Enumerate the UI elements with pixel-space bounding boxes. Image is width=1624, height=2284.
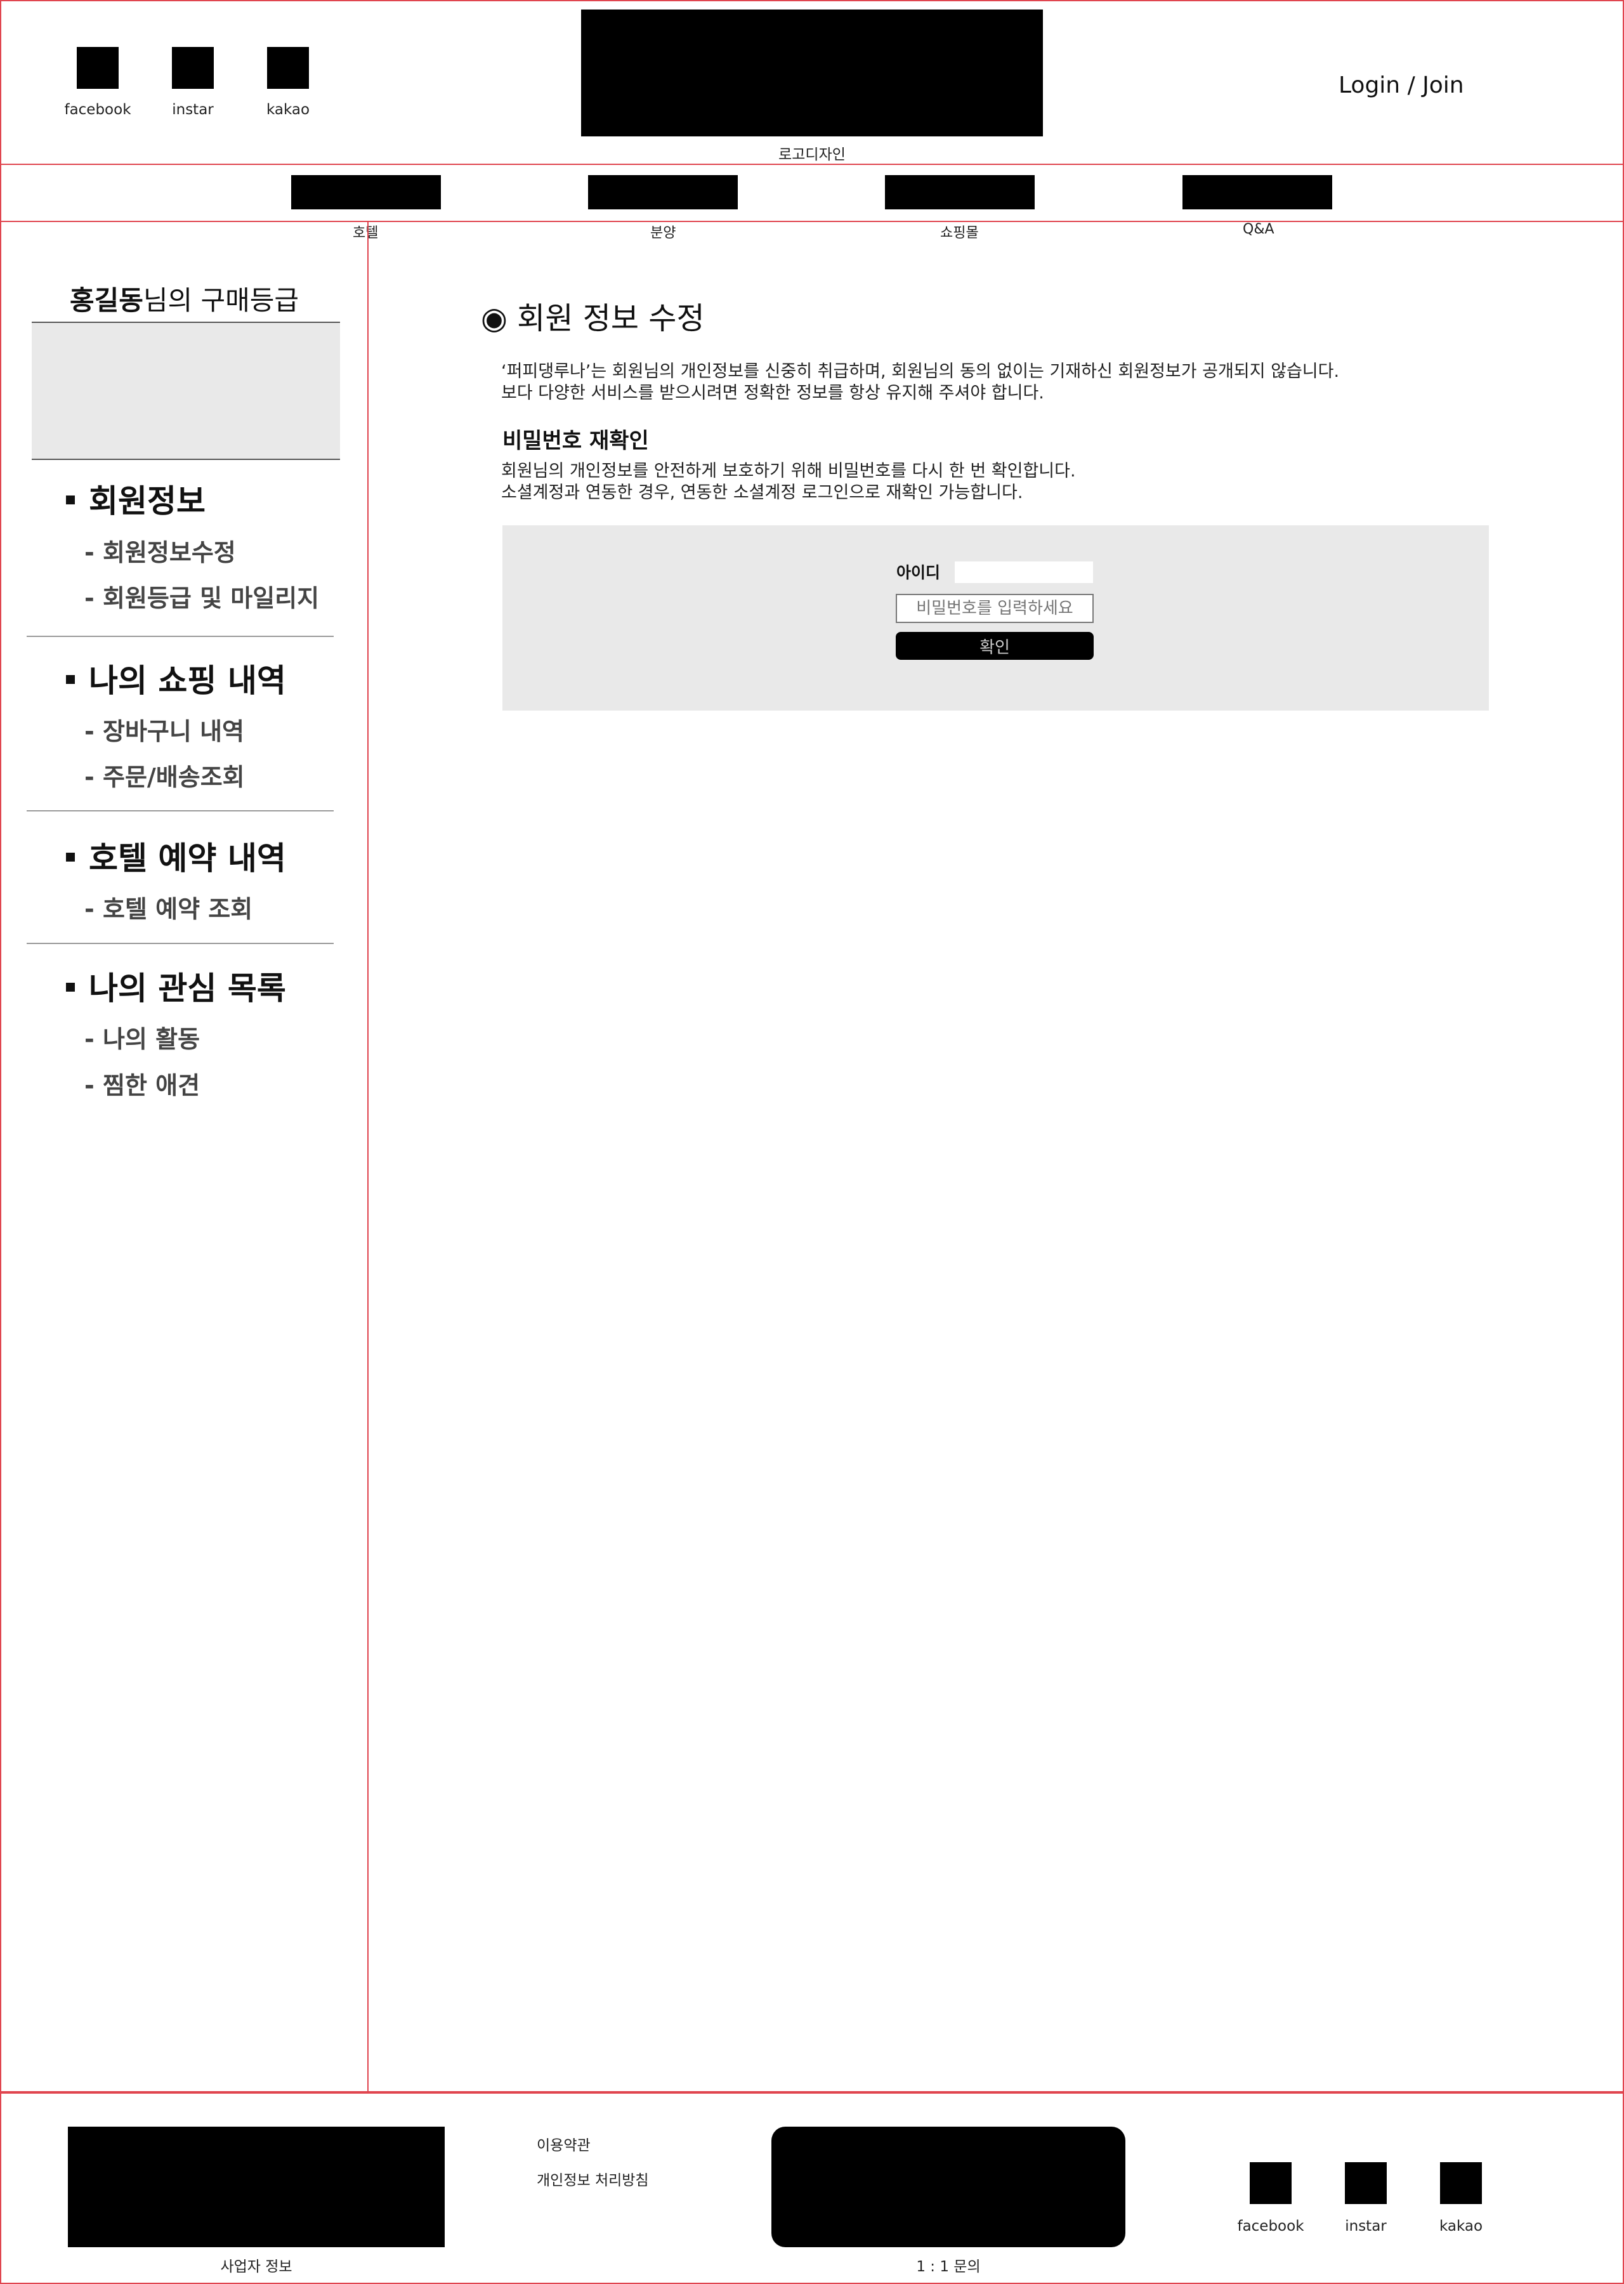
sidebar-section-member-info[interactable]: 회원정보 [66,476,206,522]
logo-caption: 로고디자인 [778,147,846,163]
user-name: 홍길동 [69,285,143,316]
section-title: 호텔 예약 내역 [89,840,286,877]
logo[interactable] [581,10,1043,136]
login-join-link[interactable]: Login / Join [1339,72,1464,98]
nav-item-hotel[interactable] [291,175,441,209]
grade-box [32,322,340,460]
intro-line-2: 보다 다양한 서비스를 받으시려면 정확한 정보를 항상 유지해 주셔야 합니다… [501,383,1044,403]
sidebar-item-my-activity[interactable]: - 나의 활동 [84,1020,200,1054]
grade-title: 홍길동님의 구매등급 [0,279,369,318]
terms-link[interactable]: 이용약관 [537,2133,591,2155]
inquiry-box[interactable] [771,2127,1125,2247]
kakao-icon[interactable] [1440,2162,1482,2204]
page-title: ◉ 회원 정보 수정 [481,293,705,338]
square-bullet-icon [66,495,75,504]
sidebar-item-favorite-dogs[interactable]: - 찜한 애견 [84,1066,200,1101]
id-label: 아이디 [896,563,941,582]
section-title: 나의 관심 목록 [89,970,286,1007]
main-nav [0,164,1624,222]
radio-bullet-icon: ◉ [481,301,508,336]
confirm-button[interactable]: 확인 [896,632,1094,660]
password-recheck-heading: 비밀번호 재확인 [502,428,649,454]
section-title: 회원정보 [89,483,206,520]
inquiry-label[interactable]: 1 : 1 문의 [853,2254,1044,2276]
facebook-icon[interactable] [1250,2162,1292,2204]
facebook-icon[interactable] [77,47,119,89]
square-bullet-icon [66,982,75,992]
page-title-text: 회원 정보 수정 [517,301,705,336]
sidebar-divider [27,636,334,637]
sidebar-section-interest[interactable]: 나의 관심 목록 [66,963,286,1009]
footer-kakao-label[interactable]: kakao [1417,2218,1505,2235]
section-title: 나의 쇼핑 내역 [89,662,286,699]
id-field[interactable] [955,561,1093,583]
sidebar-item-order-delivery[interactable]: - 주문/배송조회 [84,758,245,792]
password-input[interactable] [896,594,1094,623]
nav-item-qna[interactable] [1182,175,1332,209]
sidebar-section-shopping[interactable]: 나의 쇼핑 내역 [66,655,286,701]
nav-item-sale[interactable] [588,175,738,209]
header-instar-label[interactable]: instar [148,102,237,118]
footer-facebook-label[interactable]: facebook [1226,2218,1315,2235]
header-kakao-label[interactable]: kakao [244,102,332,118]
kakao-icon[interactable] [267,47,309,89]
sidebar-divider [27,943,334,944]
nav-item-shop[interactable] [885,175,1035,209]
sidebar-item-hotel-lookup[interactable]: - 호텔 예약 조회 [84,889,252,924]
sidebar-item-grade-mileage[interactable]: - 회원등급 및 마일리지 [84,579,319,614]
recheck-line-2: 소셜계정과 연동한 경우, 연동한 소셜계정 로그인으로 재확인 가능합니다. [501,483,1023,502]
business-info-label: 사업자 정보 [220,2259,292,2275]
square-bullet-icon [66,674,75,684]
sidebar-divider [27,810,334,811]
sidebar-item-cart[interactable]: - 장바구니 내역 [84,712,244,747]
square-bullet-icon [66,852,75,862]
header-facebook-label[interactable]: facebook [53,102,142,118]
instagram-icon[interactable] [1345,2162,1387,2204]
business-info-box [68,2127,445,2247]
sidebar-section-hotel[interactable]: 호텔 예약 내역 [66,833,286,879]
instagram-icon[interactable] [172,47,214,89]
grade-suffix: 님의 구매등급 [143,285,299,316]
sidebar-item-edit-member-info[interactable]: - 회원정보수정 [84,533,236,568]
footer-instar-label[interactable]: instar [1321,2218,1410,2235]
privacy-link[interactable]: 개인정보 처리방침 [537,2168,649,2189]
